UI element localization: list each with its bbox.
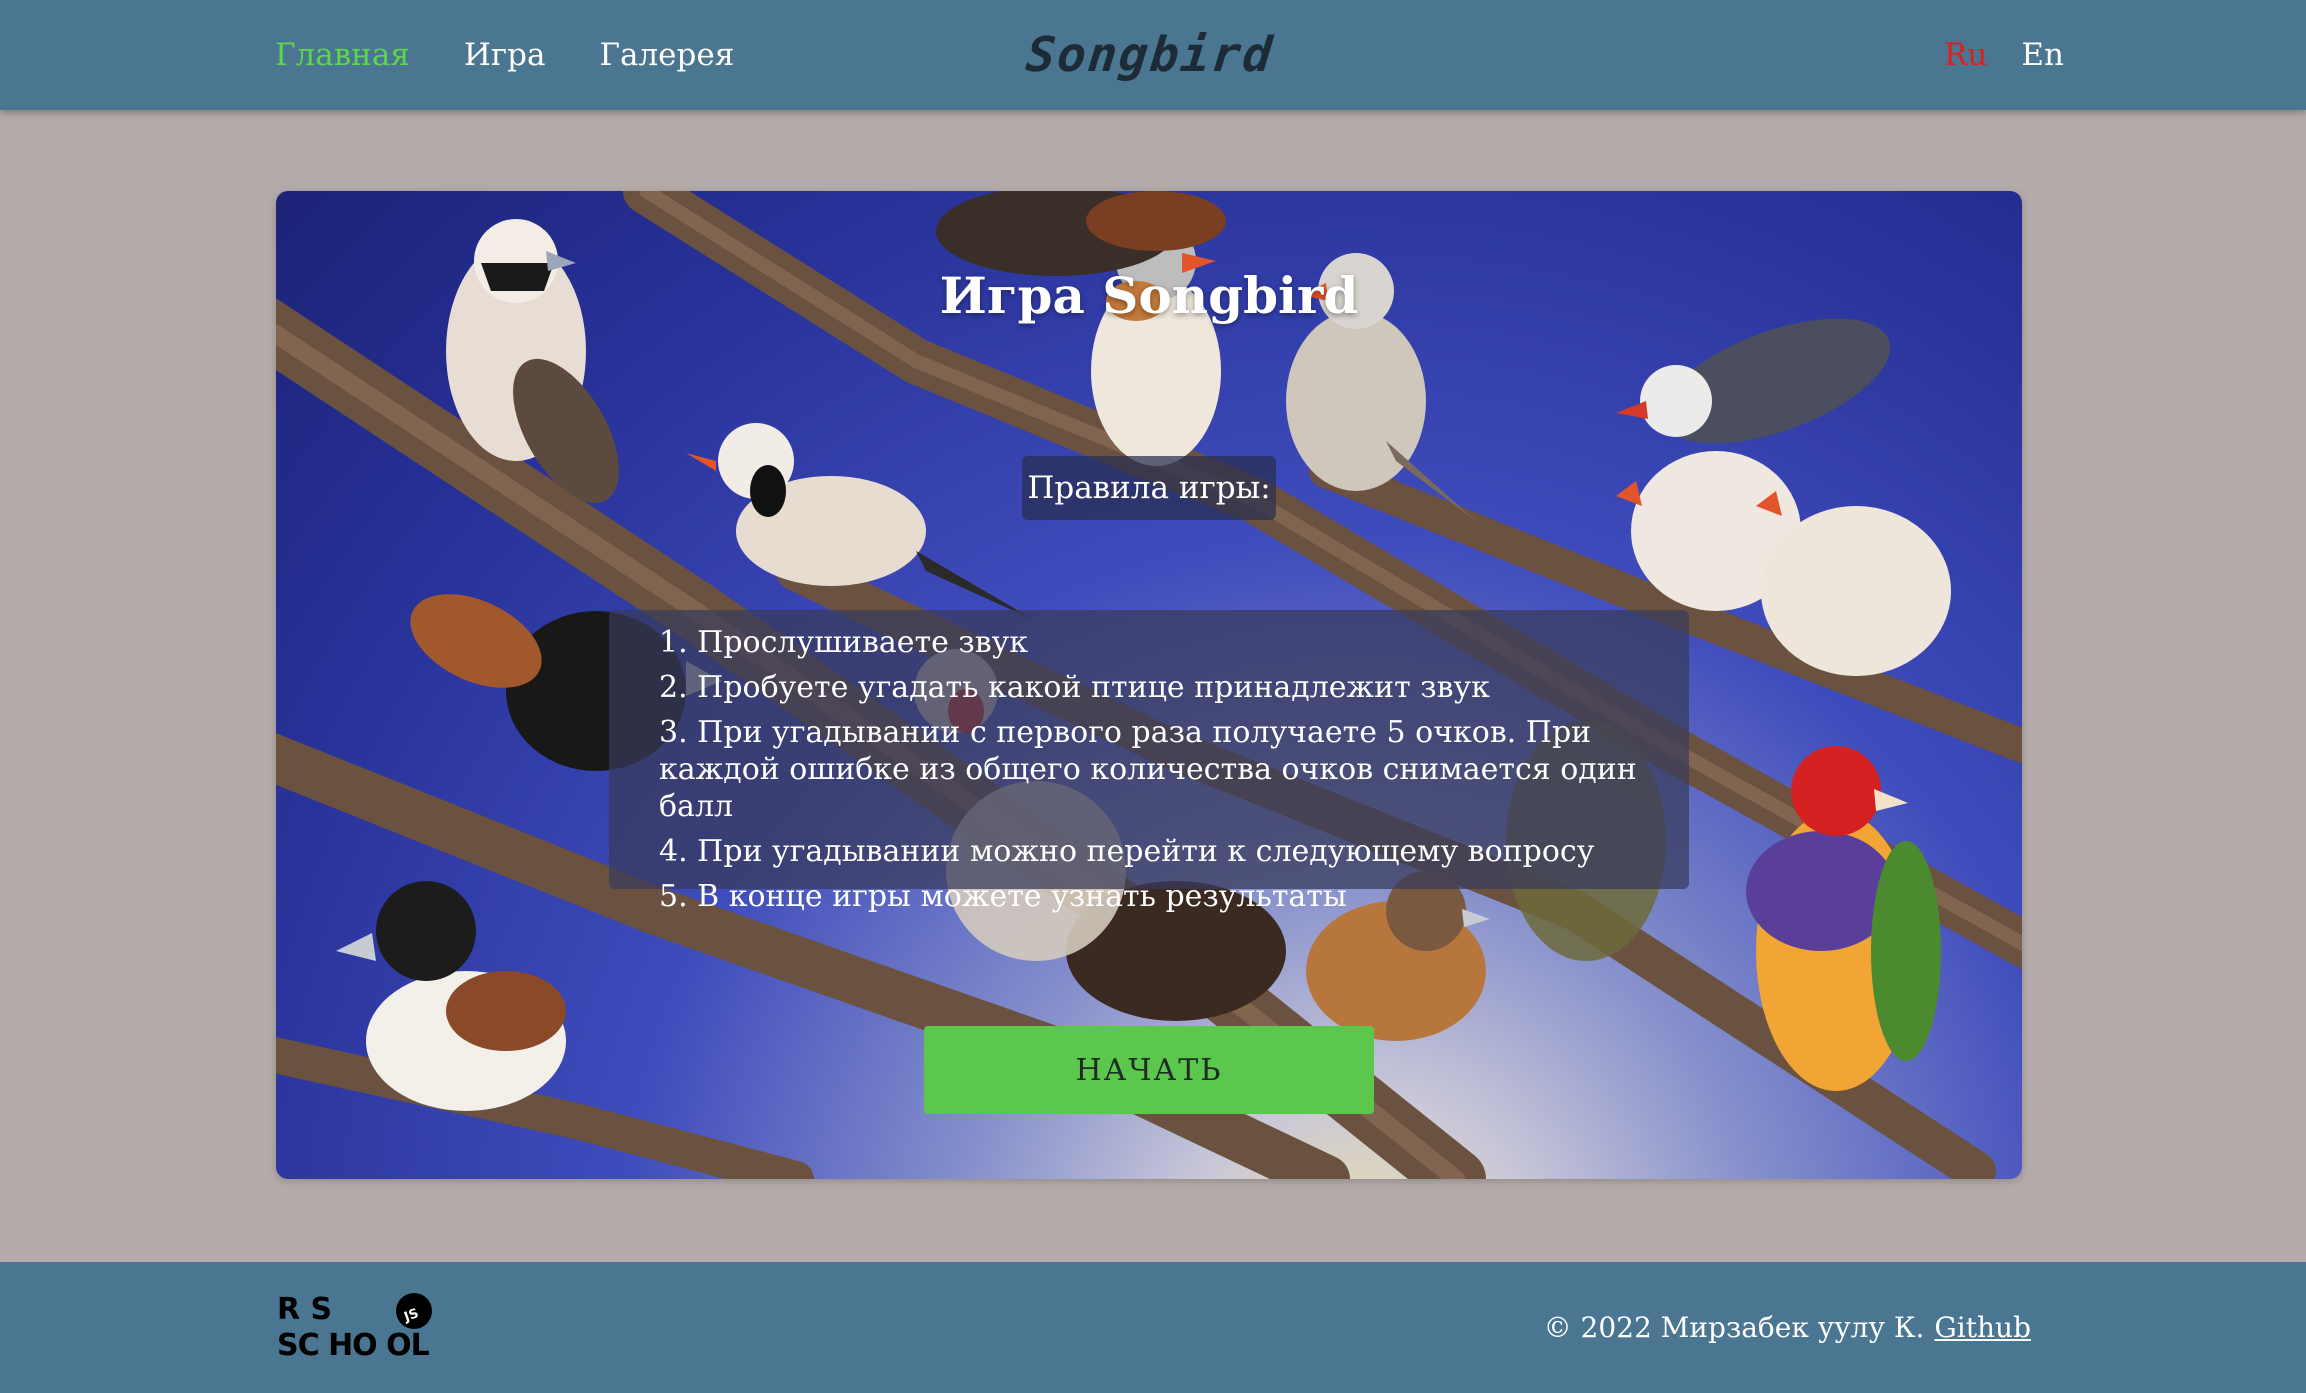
main-nav: Главная Игра Галерея <box>275 0 788 110</box>
lang-en-link[interactable]: En <box>2021 37 2064 73</box>
site-header: Главная Игра Галерея Songbird Ru En <box>0 0 2306 110</box>
rule-item: 1. Прослушиваете звук <box>659 625 1029 660</box>
rs-logo-line-bottom: SC HO OL <box>277 1328 430 1361</box>
game-title: Игра Songbird <box>939 266 1359 325</box>
copyright-text: © 2022 Мирзабек уулу К. <box>1543 1311 1925 1344</box>
nav-link-game[interactable]: Игра <box>464 37 546 73</box>
rule-item: 5. В конце игры можете узнать результаты <box>659 879 1347 914</box>
nav-link-gallery[interactable]: Галерея <box>599 37 734 73</box>
rule-item: 3. При угадывании с первого раза получае… <box>659 715 1637 824</box>
copyright: © 2022 Мирзабек уулу К. Github <box>1544 1262 2031 1393</box>
language-switcher: Ru En <box>1910 0 2064 110</box>
nav-link-home[interactable]: Главная <box>275 37 410 73</box>
lang-ru-link[interactable]: Ru <box>1944 37 1987 73</box>
rule-item: 2. Пробуете угадать какой птице принадле… <box>659 670 1490 705</box>
github-link[interactable]: Github <box>1934 1311 2031 1344</box>
songbird-logo[interactable]: Songbird <box>1023 22 1276 88</box>
hero-card: Игра Songbird Правила игры: 1. Прослушив… <box>276 191 2022 1179</box>
rule-item: 4. При угадывании можно перейти к следую… <box>659 834 1595 869</box>
rules-heading: Правила игры: <box>1022 456 1276 520</box>
start-game-button[interactable]: НАЧАТЬ <box>924 1026 1374 1114</box>
rules-list: 1. Прослушиваете звук 2. Пробуете угадат… <box>609 610 1689 914</box>
rs-logo-line-top: R S <box>277 1292 332 1327</box>
rs-school-logo[interactable]: R S SC HO OL JS <box>277 1291 461 1361</box>
